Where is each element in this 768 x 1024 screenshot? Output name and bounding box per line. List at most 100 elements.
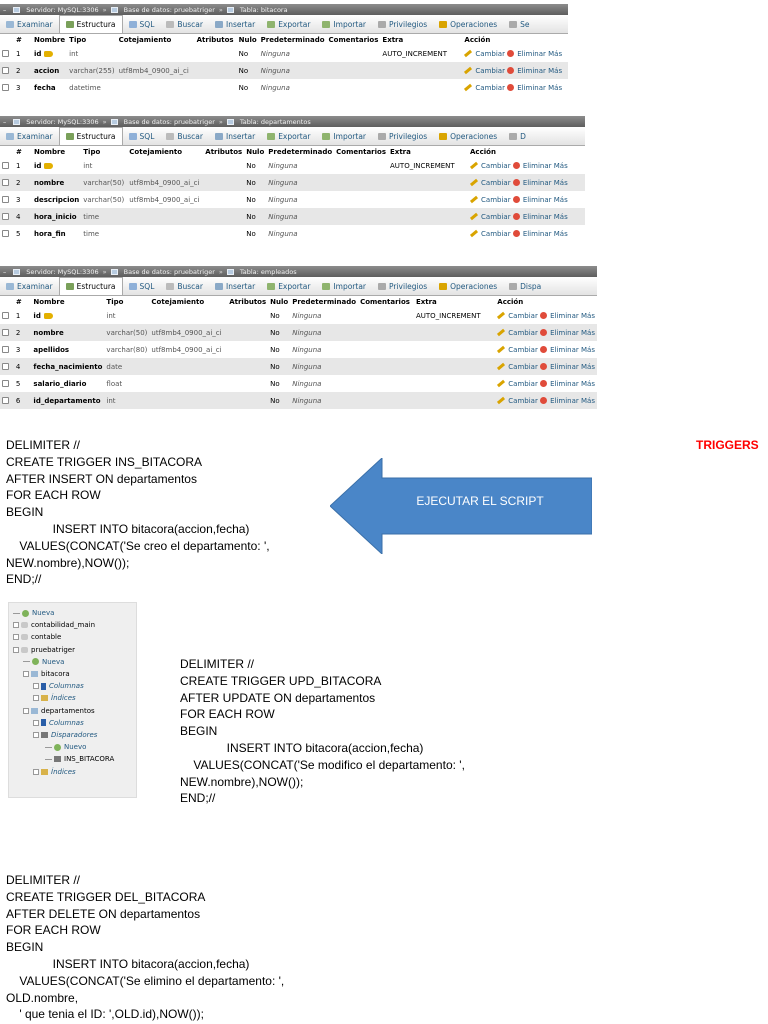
tab-sql[interactable]: SQL	[123, 15, 161, 33]
column-header[interactable]: Nombre	[32, 34, 67, 45]
drop-action[interactable]: Eliminar	[512, 162, 552, 170]
change-action[interactable]: Cambiar	[464, 84, 505, 92]
more-action[interactable]: Más	[581, 397, 595, 405]
tab-importar[interactable]: Importar	[316, 127, 372, 145]
tab-sql[interactable]: SQL	[123, 277, 161, 295]
drop-action[interactable]: Eliminar	[507, 84, 546, 92]
collapse-icon[interactable]	[33, 731, 39, 738]
breadcrumb-table[interactable]: Tabla: empleados	[240, 268, 297, 276]
tab-privilegios[interactable]: Privilegios	[372, 127, 433, 145]
row-checkbox[interactable]	[2, 397, 9, 404]
row-checkbox[interactable]	[2, 50, 9, 57]
change-action[interactable]: Cambiar	[497, 329, 538, 337]
tab-insertar[interactable]: Insertar	[209, 127, 261, 145]
more-action[interactable]: Más	[581, 329, 595, 337]
more-action[interactable]: Más	[581, 363, 595, 371]
row-checkbox[interactable]	[2, 84, 9, 91]
more-action[interactable]: Más	[581, 346, 595, 354]
tab-more[interactable]: D	[503, 127, 532, 145]
expand-icon[interactable]	[33, 683, 39, 690]
tree-item-triggers[interactable]: Disparadores	[9, 729, 136, 741]
drop-action[interactable]: Eliminar	[512, 230, 552, 238]
column-header[interactable]: Comentarios	[358, 296, 414, 307]
column-header[interactable]: Extra	[388, 146, 468, 157]
drop-action[interactable]: Eliminar	[540, 397, 579, 405]
column-header[interactable]: Tipo	[81, 146, 127, 157]
tree-item-trigger[interactable]: INS_BITACORA	[9, 753, 136, 765]
collapse-icon[interactable]	[23, 707, 29, 714]
column-header[interactable]: Tipo	[67, 34, 116, 45]
tree-item-table[interactable]: bitacora	[9, 668, 136, 680]
breadcrumb-server[interactable]: Servidor: MySQL:3306	[26, 118, 98, 126]
row-checkbox[interactable]	[2, 329, 9, 336]
tab-buscar[interactable]: Buscar	[160, 15, 209, 33]
tab-insertar[interactable]: Insertar	[209, 15, 261, 33]
tree-item-nueva[interactable]: Nueva	[9, 656, 136, 668]
row-checkbox[interactable]	[2, 196, 9, 203]
tab-sql[interactable]: SQL	[123, 127, 161, 145]
tab-importar[interactable]: Importar	[316, 277, 372, 295]
change-action[interactable]: Cambiar	[497, 363, 538, 371]
tab-estructura[interactable]: Estructura	[58, 277, 123, 295]
tab-disparadores[interactable]: Dispa	[503, 277, 547, 295]
tree-item-nueva[interactable]: Nueva	[9, 607, 136, 619]
row-checkbox[interactable]	[2, 380, 9, 387]
change-action[interactable]: Cambiar	[464, 67, 505, 75]
column-header[interactable]: Extra	[414, 296, 495, 307]
column-header[interactable]: #	[14, 146, 32, 157]
tree-item-database[interactable]: contable	[9, 631, 136, 643]
column-header[interactable]: Extra	[380, 34, 462, 45]
more-action[interactable]: Más	[548, 50, 562, 58]
change-action[interactable]: Cambiar	[464, 50, 505, 58]
expand-icon[interactable]	[33, 719, 39, 726]
more-action[interactable]: Más	[548, 67, 562, 75]
row-checkbox[interactable]	[2, 346, 9, 353]
tree-item-columns[interactable]: Columnas	[9, 680, 136, 692]
row-checkbox[interactable]	[2, 179, 9, 186]
row-checkbox[interactable]	[2, 312, 9, 319]
column-header[interactable]: #	[14, 296, 32, 307]
tab-insertar[interactable]: Insertar	[209, 277, 261, 295]
tab-examinar[interactable]: Examinar	[0, 15, 59, 33]
collapse-icon[interactable]	[23, 671, 29, 678]
drop-action[interactable]: Eliminar	[540, 380, 579, 388]
change-action[interactable]: Cambiar	[469, 196, 511, 204]
tab-estructura[interactable]: Estructura	[58, 15, 123, 33]
drop-action[interactable]: Eliminar	[512, 179, 552, 187]
change-action[interactable]: Cambiar	[497, 312, 538, 320]
more-action[interactable]: Más	[554, 213, 568, 221]
column-header[interactable]: #	[14, 34, 32, 45]
tab-estructura[interactable]: Estructura	[58, 127, 123, 145]
breadcrumb-database[interactable]: Base de datos: pruebatriger	[124, 118, 215, 126]
breadcrumb-table[interactable]: Tabla: bitacora	[240, 6, 288, 14]
tab-more[interactable]: Se	[503, 15, 535, 33]
column-header[interactable]: Tipo	[104, 296, 149, 307]
drop-action[interactable]: Eliminar	[540, 346, 579, 354]
change-action[interactable]: Cambiar	[497, 380, 538, 388]
column-header[interactable]: Cotejamiento	[127, 146, 203, 157]
breadcrumb-server[interactable]: Servidor: MySQL:3306	[26, 6, 98, 14]
tab-privilegios[interactable]: Privilegios	[372, 15, 433, 33]
change-action[interactable]: Cambiar	[497, 397, 538, 405]
column-header[interactable]: Nulo	[244, 146, 266, 157]
tab-privilegios[interactable]: Privilegios	[372, 277, 433, 295]
expand-icon[interactable]	[13, 634, 19, 641]
breadcrumb-server[interactable]: Servidor: MySQL:3306	[26, 268, 98, 276]
tree-item-columns[interactable]: Columnas	[9, 717, 136, 729]
tab-operaciones[interactable]: Operaciones	[433, 127, 503, 145]
tab-examinar[interactable]: Examinar	[0, 127, 59, 145]
column-header[interactable]: Predeterminado	[259, 34, 327, 45]
column-header[interactable]: Atributos	[227, 296, 268, 307]
row-checkbox[interactable]	[2, 363, 9, 370]
breadcrumb-database[interactable]: Base de datos: pruebatriger	[124, 6, 215, 14]
change-action[interactable]: Cambiar	[469, 213, 511, 221]
column-header[interactable]: Atributos	[195, 34, 237, 45]
more-action[interactable]: Más	[581, 380, 595, 388]
drop-action[interactable]: Eliminar	[512, 213, 552, 221]
more-action[interactable]: Más	[548, 84, 562, 92]
tab-operaciones[interactable]: Operaciones	[433, 15, 503, 33]
column-header[interactable]: Nulo	[268, 296, 290, 307]
column-header[interactable]: Nombre	[32, 146, 81, 157]
more-action[interactable]: Más	[554, 179, 568, 187]
tab-buscar[interactable]: Buscar	[160, 127, 209, 145]
